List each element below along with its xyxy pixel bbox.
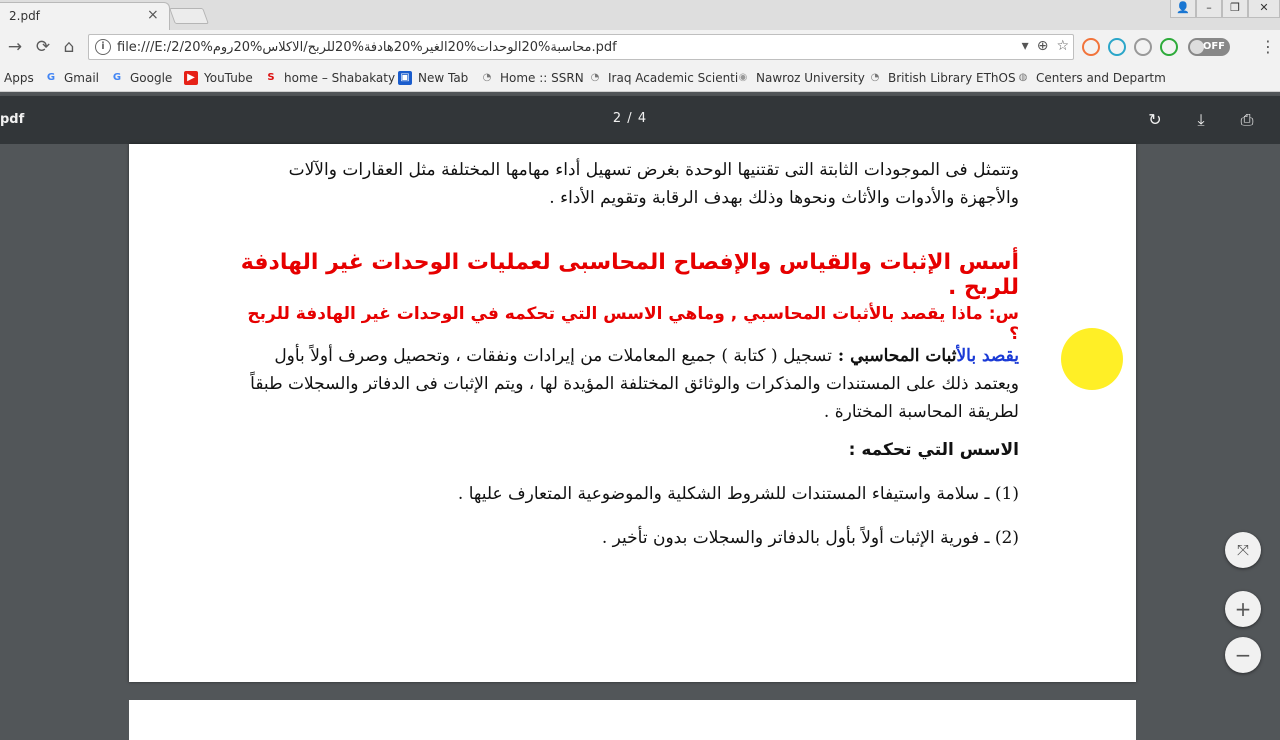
cursor-highlight	[1061, 328, 1123, 390]
section-heading: أسس الإثبات والقياس والإفصاح المحاسبى لع…	[240, 250, 1019, 300]
zoom-in-button[interactable]: +	[1225, 591, 1261, 627]
bookmark-google[interactable]: G Google	[110, 71, 172, 85]
tab-strip: 2.pdf × 👤 – ❐ ✕	[0, 0, 1280, 30]
download-icon[interactable]: ⤓	[1190, 109, 1212, 131]
bookmark-youtube[interactable]: ▶ YouTube	[184, 71, 253, 85]
definition-paragraph: يقصد بالأثبات المحاسبي : تسجيل ( كتابة )…	[239, 342, 1019, 426]
zoom-out-button[interactable]: −	[1225, 637, 1261, 673]
bookmark-ethos[interactable]: ◔ British Library EThOS	[868, 71, 1016, 85]
bookmark-apps[interactable]: Apps	[4, 71, 34, 85]
ssrn-icon: ◔	[482, 72, 492, 83]
rotate-icon[interactable]: ↻	[1144, 109, 1166, 131]
maximize-button[interactable]: ❐	[1222, 0, 1248, 18]
question-text: س: ماذا يقصد بالأثبات المحاسبي , وماهي ا…	[247, 304, 1019, 344]
paragraph-assets: وتتمثل فى الموجودات الثابتة التى تقتنيها…	[288, 160, 1019, 208]
headphones-icon[interactable]	[1108, 38, 1126, 56]
bookmark-nawroz[interactable]: ◉ Nawroz University	[736, 71, 865, 85]
browser-toolbar: → ⟳ ⌂ i file:///E:/2/محاسبة%20الوحدات%20…	[0, 30, 1280, 64]
principle-item-2: (2) ـ فورية الإثبات أولاً بأول بالدفاتر …	[601, 528, 1019, 548]
definition-term: ثبات المحاسبي :	[831, 346, 957, 366]
page-indicator[interactable]: 2 / 4	[0, 111, 1260, 126]
zoom-icon[interactable]: ⊕	[1037, 38, 1049, 54]
off-toggle[interactable]: OFF	[1188, 38, 1230, 56]
bookmark-gmail[interactable]: G Gmail	[44, 71, 99, 85]
principle-item-1: (1) ـ سلامة واستيفاء المستندات للشروط ال…	[457, 484, 1019, 504]
info-icon[interactable]: i	[95, 39, 111, 55]
minimize-button[interactable]: –	[1196, 0, 1222, 18]
omnibox-actions: ▾ ⊕ ☆	[1022, 38, 1069, 54]
bookmark-centers[interactable]: ◍ Centers and Departm	[1016, 71, 1166, 85]
bookmarks-bar: Apps G Gmail G Google ▶ YouTube Shome – Sha…	[0, 64, 1280, 92]
home-icon[interactable]: ⌂	[58, 36, 80, 58]
print-icon[interactable]: ⎙	[1236, 109, 1258, 131]
bookmark-iraq-academic[interactable]: ◔ Iraq Academic Scienti	[588, 71, 739, 85]
google-icon: G	[112, 72, 122, 83]
pdf-toolbar: pdf 2 / 4 ↻ ⤓ ⎙	[0, 96, 1280, 144]
download-extension-icon[interactable]	[1134, 38, 1152, 56]
new-tab-button[interactable]	[169, 8, 209, 24]
address-bar[interactable]: i file:///E:/2/محاسبة%20الوحدات%20الغير%…	[88, 34, 1074, 60]
newtab-icon: ▣	[398, 71, 412, 85]
pdf-next-page	[129, 700, 1136, 740]
definition-term-highlighted: يقصد بالأ	[956, 346, 1019, 366]
power-icon[interactable]	[1160, 38, 1178, 56]
centers-icon: ◍	[1018, 72, 1028, 83]
iraq-academic-icon: ◔	[590, 72, 600, 83]
bookmark-newtab[interactable]: ▣ New Tab	[398, 71, 468, 85]
close-window-button[interactable]: ✕	[1248, 0, 1280, 18]
pdf-viewer[interactable]: وتتمثل فى الموجودات الثابتة التى تقتنيها…	[0, 144, 1280, 740]
ethos-icon: ◔	[870, 72, 880, 83]
pdf-page: وتتمثل فى الموجودات الثابتة التى تقتنيها…	[129, 144, 1136, 682]
fit-page-icon[interactable]: ⤧	[1225, 532, 1261, 568]
bookmark-ssrn[interactable]: ◔ Home :: SSRN	[480, 71, 584, 85]
youtube-icon: ▶	[184, 71, 198, 85]
tab-close-icon[interactable]: ×	[147, 7, 159, 23]
nawroz-icon: ◉	[738, 72, 748, 83]
principles-heading: الاسس التي تحكمه :	[848, 440, 1019, 460]
reload-icon[interactable]: ⟳	[32, 36, 54, 58]
url-text[interactable]: file:///E:/2/محاسبة%20الوحدات%20الغير%20…	[117, 40, 617, 55]
google-icon: G	[46, 72, 56, 83]
tab-title: 2.pdf	[9, 9, 40, 23]
bookmark-shabakaty[interactable]: Shome – Shabakaty	[264, 71, 395, 85]
shabakaty-icon: S	[267, 72, 275, 83]
dropdown-icon[interactable]: ▾	[1022, 38, 1029, 54]
bookmark-star-icon[interactable]: ☆	[1056, 38, 1069, 54]
window-controls: 👤 – ❐ ✕	[1170, 0, 1280, 18]
menu-icon[interactable]: ⋮	[1260, 38, 1276, 56]
extension-orange-icon[interactable]	[1082, 38, 1100, 56]
tab-active[interactable]: 2.pdf ×	[0, 2, 170, 30]
profile-icon[interactable]: 👤	[1170, 0, 1196, 18]
forward-icon[interactable]: →	[4, 36, 26, 58]
